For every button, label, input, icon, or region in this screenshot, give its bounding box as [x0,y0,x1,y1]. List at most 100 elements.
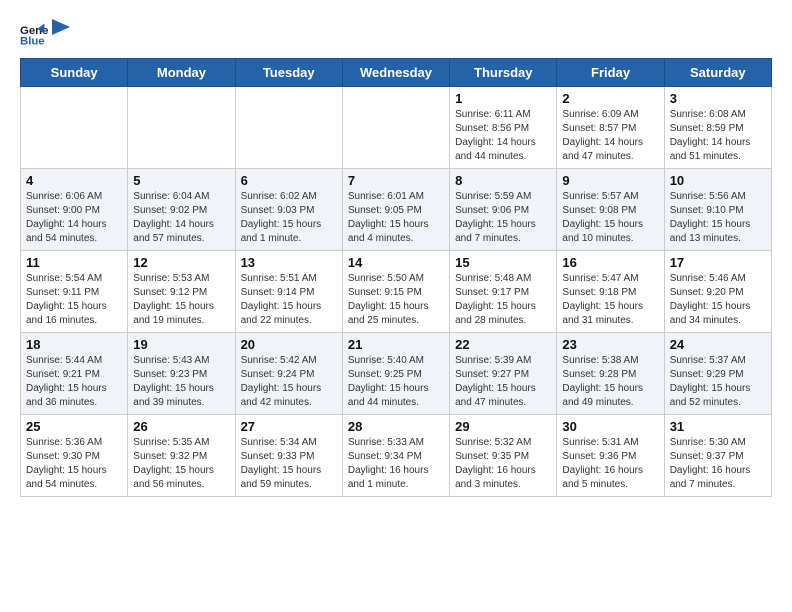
calendar-week-row: 18 Sunrise: 5:44 AMSunset: 9:21 PMDayligh… [21,333,772,415]
day-info: Sunrise: 5:44 AMSunset: 9:21 PMDaylight:… [26,354,122,410]
calendar-cell: 22Sunrise: 5:39 AMSunset: 9:27 PMDayligh… [450,333,557,415]
weekday-header: Friday [557,59,664,87]
calendar-cell: 19 Sunrise: 5:43 AMSunset: 9:23 PMDayligh… [128,333,235,415]
day-info: Sunrise: 5:46 AMSunset: 9:20 PMDaylight:… [670,272,766,328]
day-number: 5 [133,173,229,188]
day-number: 14 [348,255,444,270]
day-number: 7 [348,173,444,188]
svg-text:Blue: Blue [20,36,45,48]
calendar-week-row: 4 Sunrise: 6:06 AMSunset: 9:00 PMDaylight… [21,169,772,251]
calendar-cell: 27Sunrise: 5:34 AMSunset: 9:33 PMDayligh… [235,415,342,497]
day-info: Sunrise: 5:33 AMSunset: 9:34 PMDaylight:… [348,436,444,492]
calendar-cell: 31Sunrise: 5:30 AMSunset: 9:37 PMDayligh… [664,415,771,497]
weekday-header: Saturday [664,59,771,87]
day-info: Sunrise: 5:59 AMSunset: 9:06 PMDaylight:… [455,190,551,246]
day-number: 24 [670,337,766,352]
calendar-cell [342,87,449,169]
day-info: Sunrise: 5:47 AMSunset: 9:18 PMDaylight:… [562,272,658,328]
day-info: Sunrise: 5:32 AMSunset: 9:35 PMDaylight:… [455,436,551,492]
day-number: 27 [241,419,337,434]
day-number: 29 [455,419,551,434]
day-number: 19 [133,337,229,352]
calendar-cell [235,87,342,169]
calendar-cell [21,87,128,169]
day-info: Sunrise: 6:02 AMSunset: 9:03 PMDaylight:… [241,190,337,246]
calendar-cell: 6 Sunrise: 6:02 AMSunset: 9:03 PMDaylight… [235,169,342,251]
day-info: Sunrise: 5:42 AMSunset: 9:24 PMDaylight:… [241,354,337,410]
day-info: Sunrise: 6:06 AMSunset: 9:00 PMDaylight:… [26,190,122,246]
day-info: Sunrise: 5:56 AMSunset: 9:10 PMDaylight:… [670,190,766,246]
day-info: Sunrise: 5:50 AMSunset: 9:15 PMDaylight:… [348,272,444,328]
calendar-cell: 21 Sunrise: 5:40 AMSunset: 9:25 PMDayligh… [342,333,449,415]
weekday-header: Sunday [21,59,128,87]
calendar-week-row: 1 Sunrise: 6:11 AMSunset: 8:56 PMDaylight… [21,87,772,169]
day-info: Sunrise: 6:08 AMSunset: 8:59 PMDaylight:… [670,108,766,164]
calendar-table: SundayMondayTuesdayWednesdayThursdayFrid… [20,58,772,497]
day-info: Sunrise: 5:48 AMSunset: 9:17 PMDaylight:… [455,272,551,328]
logo-icon: General Blue [20,20,48,48]
day-info: Sunrise: 6:09 AMSunset: 8:57 PMDaylight:… [562,108,658,164]
calendar-cell: 8 Sunrise: 5:59 AMSunset: 9:06 PMDaylight… [450,169,557,251]
calendar-cell: 16 Sunrise: 5:47 AMSunset: 9:18 PMDayligh… [557,251,664,333]
day-info: Sunrise: 5:51 AMSunset: 9:14 PMDaylight:… [241,272,337,328]
calendar-cell: 9 Sunrise: 5:57 AMSunset: 9:08 PMDaylight… [557,169,664,251]
day-number: 10 [670,173,766,188]
day-number: 11 [26,255,122,270]
day-number: 9 [562,173,658,188]
day-number: 28 [348,419,444,434]
calendar-cell: 18 Sunrise: 5:44 AMSunset: 9:21 PMDayligh… [21,333,128,415]
calendar-cell: 15 Sunrise: 5:48 AMSunset: 9:17 PMDayligh… [450,251,557,333]
day-info: Sunrise: 5:38 AMSunset: 9:28 PMDaylight:… [562,354,658,410]
day-number: 2 [562,91,658,106]
calendar-cell: 23Sunrise: 5:38 AMSunset: 9:28 PMDayligh… [557,333,664,415]
day-info: Sunrise: 6:11 AMSunset: 8:56 PMDaylight:… [455,108,551,164]
day-number: 30 [562,419,658,434]
day-info: Sunrise: 5:53 AMSunset: 9:12 PMDaylight:… [133,272,229,328]
day-number: 6 [241,173,337,188]
day-number: 17 [670,255,766,270]
weekday-header: Tuesday [235,59,342,87]
day-info: Sunrise: 6:01 AMSunset: 9:05 PMDaylight:… [348,190,444,246]
calendar-cell: 14 Sunrise: 5:50 AMSunset: 9:15 PMDayligh… [342,251,449,333]
calendar-cell: 5 Sunrise: 6:04 AMSunset: 9:02 PMDaylight… [128,169,235,251]
logo: General Blue [20,20,70,48]
day-info: Sunrise: 5:57 AMSunset: 9:08 PMDaylight:… [562,190,658,246]
calendar-cell: 25 Sunrise: 5:36 AMSunset: 9:30 PMDayligh… [21,415,128,497]
day-number: 21 [348,337,444,352]
day-info: Sunrise: 5:31 AMSunset: 9:36 PMDaylight:… [562,436,658,492]
day-number: 16 [562,255,658,270]
day-number: 26 [133,419,229,434]
day-number: 25 [26,419,122,434]
day-info: Sunrise: 6:04 AMSunset: 9:02 PMDaylight:… [133,190,229,246]
logo-flag-icon [52,19,70,41]
calendar-week-row: 25 Sunrise: 5:36 AMSunset: 9:30 PMDayligh… [21,415,772,497]
day-number: 4 [26,173,122,188]
day-number: 18 [26,337,122,352]
calendar-cell: 7 Sunrise: 6:01 AMSunset: 9:05 PMDaylight… [342,169,449,251]
calendar-cell: 24 Sunrise: 5:37 AMSunset: 9:29 PMDayligh… [664,333,771,415]
calendar-cell: 4 Sunrise: 6:06 AMSunset: 9:00 PMDaylight… [21,169,128,251]
weekday-header: Thursday [450,59,557,87]
day-info: Sunrise: 5:30 AMSunset: 9:37 PMDaylight:… [670,436,766,492]
page-header: General Blue [20,20,772,48]
day-info: Sunrise: 5:37 AMSunset: 9:29 PMDaylight:… [670,354,766,410]
day-number: 3 [670,91,766,106]
day-number: 22 [455,337,551,352]
day-number: 13 [241,255,337,270]
day-info: Sunrise: 5:43 AMSunset: 9:23 PMDaylight:… [133,354,229,410]
day-info: Sunrise: 5:36 AMSunset: 9:30 PMDaylight:… [26,436,122,492]
calendar-cell: 29 Sunrise: 5:32 AMSunset: 9:35 PMDayligh… [450,415,557,497]
calendar-cell: 2 Sunrise: 6:09 AMSunset: 8:57 PMDaylight… [557,87,664,169]
day-info: Sunrise: 5:40 AMSunset: 9:25 PMDaylight:… [348,354,444,410]
day-number: 20 [241,337,337,352]
day-number: 1 [455,91,551,106]
weekday-header: Monday [128,59,235,87]
calendar-cell: 13 Sunrise: 5:51 AMSunset: 9:14 PMDayligh… [235,251,342,333]
day-number: 15 [455,255,551,270]
day-number: 8 [455,173,551,188]
calendar-cell: 12Sunrise: 5:53 AMSunset: 9:12 PMDayligh… [128,251,235,333]
calendar-header-row: SundayMondayTuesdayWednesdayThursdayFrid… [21,59,772,87]
calendar-cell: 17 Sunrise: 5:46 AMSunset: 9:20 PMDayligh… [664,251,771,333]
calendar-cell: 10 Sunrise: 5:56 AMSunset: 9:10 PMDayligh… [664,169,771,251]
day-info: Sunrise: 5:35 AMSunset: 9:32 PMDaylight:… [133,436,229,492]
